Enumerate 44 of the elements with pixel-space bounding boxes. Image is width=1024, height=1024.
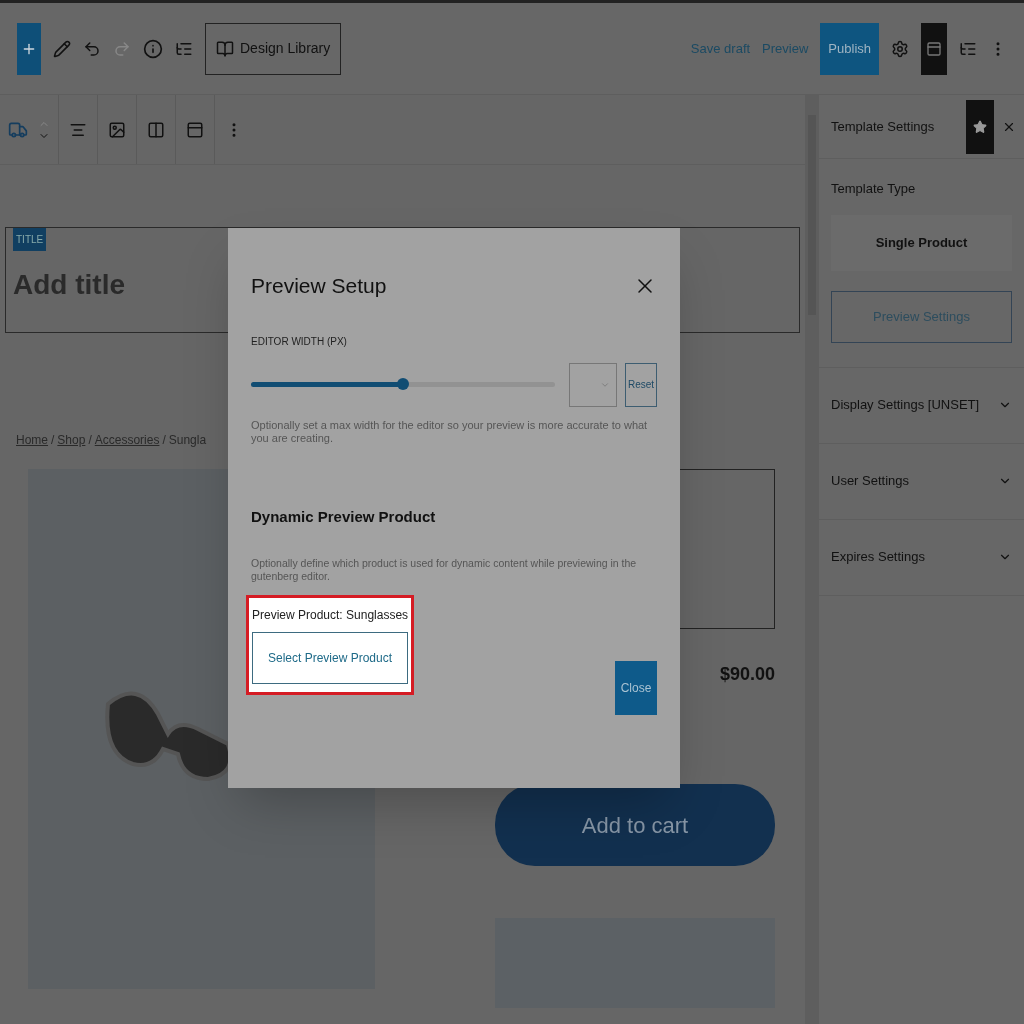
accordion-header[interactable]: User Settings xyxy=(819,443,1024,520)
template-type-value: Single Product xyxy=(831,214,1012,271)
panel-toggle-button[interactable] xyxy=(921,22,947,75)
save-draft-link[interactable]: Save draft xyxy=(690,38,751,59)
info-icon[interactable] xyxy=(143,38,163,59)
breadcrumb-link[interactable]: Shop xyxy=(57,431,86,449)
accordion-header[interactable]: Display Settings [UNSET] xyxy=(819,367,1024,444)
editor-width-label: EDITOR WIDTH (PX) xyxy=(251,334,348,349)
undo-icon[interactable] xyxy=(83,39,101,58)
settings-icon[interactable] xyxy=(891,39,909,58)
breadcrumb-separator: / xyxy=(87,432,93,449)
publish-button[interactable]: Publish xyxy=(820,22,879,75)
pencil-icon[interactable] xyxy=(53,39,71,58)
preview-product-text: Preview Product: Sunglasses xyxy=(252,606,409,624)
breadcrumb-separator: / xyxy=(50,432,56,449)
layout-icon[interactable] xyxy=(186,120,204,139)
breadcrumb-link[interactable]: Accessories xyxy=(94,431,160,449)
close-button[interactable]: Close xyxy=(615,660,657,715)
preview-link[interactable]: Preview xyxy=(762,38,809,59)
reset-button[interactable]: Reset xyxy=(625,362,657,407)
title-badge: TITLE xyxy=(13,228,47,251)
section-heading: Dynamic Preview Product xyxy=(251,507,437,527)
accordion-header[interactable]: Expires Settings xyxy=(819,519,1024,596)
book-icon xyxy=(216,39,234,58)
sidebar-title: Template Settings xyxy=(831,117,936,136)
add-to-cart-button[interactable]: Add to cart xyxy=(495,784,775,866)
select-preview-product-button[interactable]: Select Preview Product xyxy=(252,631,409,684)
panel-icon xyxy=(926,40,942,57)
breadcrumb-separator: / xyxy=(161,432,167,449)
image-icon[interactable] xyxy=(108,120,126,139)
dialog-title: Preview Setup xyxy=(251,273,387,299)
columns-icon[interactable] xyxy=(147,120,165,139)
product-price: $90.00 xyxy=(719,663,775,686)
breadcrumb-current: Sungla xyxy=(168,432,207,449)
slider-thumb[interactable] xyxy=(397,378,410,390)
breadcrumb-link[interactable]: Home xyxy=(16,431,48,449)
template-type-label: Template Type xyxy=(831,180,917,198)
star-button[interactable] xyxy=(966,99,994,154)
width-help-text: Optionally set a max width for the editor so your preview is more accurate to what you are creating. xyxy=(251,418,649,446)
width-input[interactable] xyxy=(569,362,618,407)
design-library-button[interactable]: Design Library xyxy=(205,22,342,75)
product-help-text: Optionally define which product is used for dynamic content while previewing in the gutenberg editor. xyxy=(251,556,638,583)
star-icon xyxy=(973,119,987,134)
add-block-button[interactable] xyxy=(17,22,41,75)
